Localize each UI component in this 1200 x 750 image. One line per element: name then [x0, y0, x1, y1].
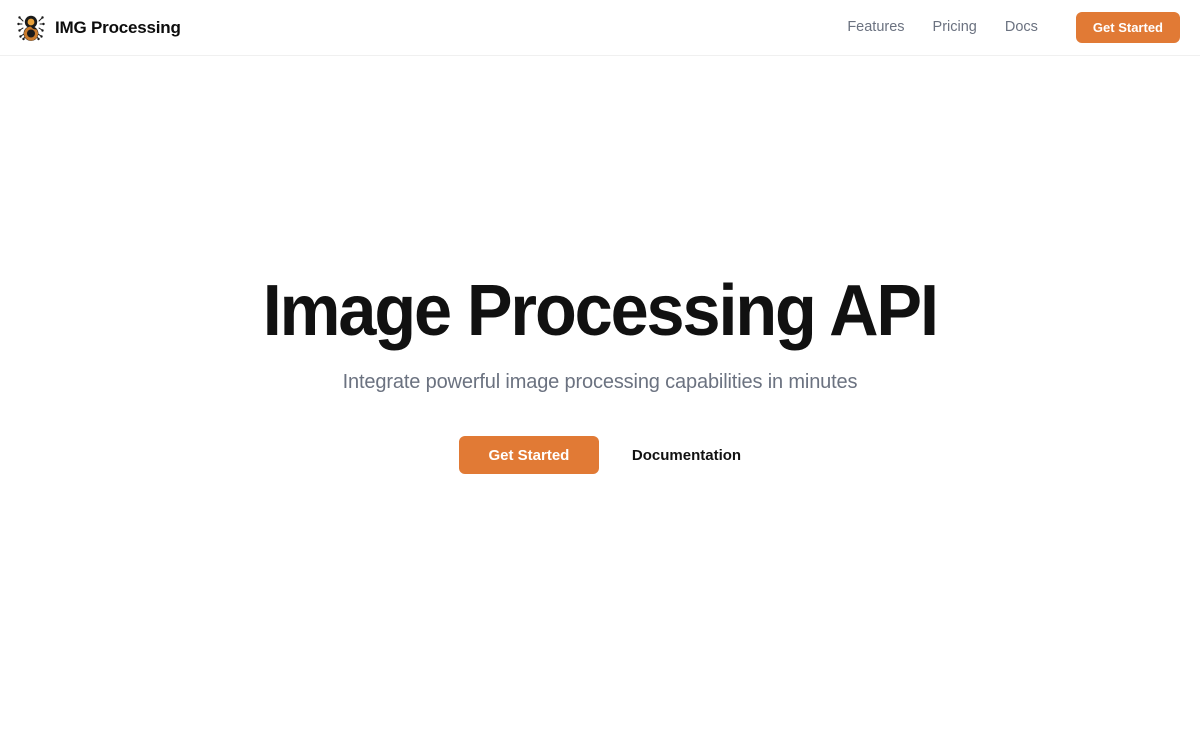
hero-actions: Get Started Documentation — [458, 436, 741, 474]
nav-link-features[interactable]: Features — [833, 20, 918, 35]
brand-name: IMG Processing — [55, 17, 181, 37]
brand[interactable]: IMG Processing — [16, 0, 181, 55]
hero-subtitle: Integrate powerful image processing capa… — [342, 371, 858, 393]
logo-icon — [16, 12, 46, 43]
header-get-started-button[interactable]: Get Started — [1075, 12, 1180, 43]
site-header: IMG Processing Features Pricing Docs Get… — [0, 0, 1200, 56]
nav-link-docs[interactable]: Docs — [991, 20, 1052, 35]
hero-get-started-button[interactable]: Get Started — [458, 436, 599, 474]
page-title: Image Processing API — [262, 271, 939, 351]
landing-page: IMG Processing Features Pricing Docs Get… — [0, 0, 1200, 750]
main-nav: Features Pricing Docs Get Started — [833, 12, 1180, 43]
hero-documentation-link[interactable]: Documentation — [632, 448, 741, 463]
hero-section: Image Processing API Integrate powerful … — [0, 56, 1200, 750]
nav-link-pricing[interactable]: Pricing — [919, 20, 991, 35]
